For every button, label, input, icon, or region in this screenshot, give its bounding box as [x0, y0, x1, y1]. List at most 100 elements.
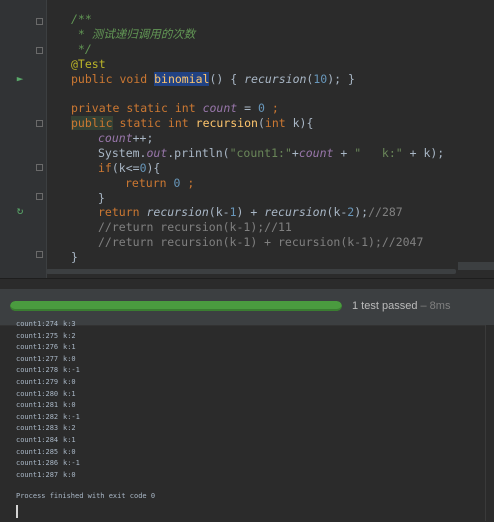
code-text: () { — [209, 72, 245, 86]
count-value: count1:282 — [16, 412, 59, 421]
code-line: System.out.println("count1:"+count + " k… — [98, 146, 444, 160]
count-value: count1:275 — [16, 331, 59, 340]
code-line: @Test — [71, 57, 106, 71]
k-value: k:1 — [63, 436, 76, 444]
k-value: k:-1 — [63, 366, 80, 375]
code-text: ){ — [146, 161, 161, 175]
code-line: public void binomial() { recursion(10); … — [71, 72, 355, 86]
keyword: return — [125, 176, 174, 190]
fold-marker-icon[interactable] — [36, 18, 43, 25]
k-value: k:2 — [63, 331, 76, 340]
k-value: k:0 — [63, 447, 76, 456]
field-name: count — [298, 146, 334, 160]
code-text: System. — [98, 146, 147, 160]
fold-marker-icon[interactable] — [36, 164, 43, 171]
status-label: 1 test passed — [352, 300, 418, 312]
console-scrollbar[interactable] — [485, 325, 494, 521]
count-value: count1:285 — [16, 447, 59, 456]
number-literal: 10 — [313, 72, 328, 86]
count-value: count1:286 — [16, 459, 59, 468]
console-line: count1:286 k:-1 — [16, 457, 80, 469]
keyword: private static int — [71, 101, 203, 115]
code-text: ; — [264, 101, 279, 115]
k-value: k:-1 — [63, 412, 80, 421]
console-line: count1:284 k:1 — [16, 434, 76, 446]
horizontal-scrollbar[interactable] — [46, 269, 456, 274]
recursive-call-icon: ↻ — [16, 204, 24, 217]
console-line: count1:279 k:0 — [16, 376, 76, 388]
k-value: k:1 — [63, 343, 76, 352]
count-value: count1:277 — [16, 354, 59, 363]
code-text: ); — [354, 205, 369, 219]
code-line: */ — [71, 42, 92, 56]
method-call: recursion — [264, 205, 327, 219]
console-line: count1:274 k:3 — [16, 318, 76, 330]
method-name-selected: binomial — [154, 72, 210, 86]
code-text: = — [237, 101, 258, 115]
keyword-highlighted: public — [71, 116, 113, 130]
code-editor[interactable]: ► ↻ /** * 测试递归调用的次数 */ @Test public void… — [0, 0, 494, 278]
count-value: count1:284 — [16, 436, 59, 444]
count-value: count1:274 — [16, 320, 59, 328]
static-field: out — [146, 146, 168, 160]
count-value: count1:278 — [16, 366, 59, 375]
code-text: k){ — [285, 116, 314, 130]
code-text: ) + — [236, 205, 265, 219]
keyword: void — [112, 72, 155, 86]
code-line: return recursion(k-1) + recursion(k-2);/… — [98, 205, 403, 219]
method-call: recursion — [244, 72, 307, 86]
keyword: return — [98, 205, 147, 219]
code-line: //return recursion(k-1);//11 — [98, 220, 292, 234]
code-line: //return recursion(k-1) + recursion(k-1)… — [98, 235, 424, 249]
editor-corner — [458, 262, 494, 270]
number-literal: 1 — [229, 205, 237, 219]
console-line: count1:280 k:1 — [16, 388, 76, 400]
code-text: + — [333, 146, 355, 160]
console-output[interactable]: count1:274 k:3 count1:275 k:2 count1:276 k:1 c… — [16, 315, 494, 522]
k-value: k:0 — [63, 401, 76, 410]
keyword: int — [264, 116, 286, 130]
code-text: + k); — [402, 146, 445, 160]
code-text: (k- — [326, 205, 348, 219]
code-line: private static int count = 0 ; — [71, 101, 279, 115]
fold-marker-icon[interactable] — [36, 251, 43, 258]
k-value: k:3 — [63, 320, 76, 328]
fold-marker-icon[interactable] — [36, 120, 43, 127]
count-value: count1:283 — [16, 424, 59, 433]
number-literal: 0 — [139, 161, 147, 175]
editor-gutter: ► ↻ — [0, 0, 47, 278]
exit-message: Process finished with exit code 0 — [16, 492, 156, 500]
code-line: } — [98, 191, 105, 205]
code-line: * 测试递归调用的次数 — [71, 27, 196, 41]
console-line: count1:275 k:2 — [16, 330, 76, 342]
code-text: (k<= — [111, 161, 140, 175]
code-line: /** — [71, 12, 92, 26]
run-test-icon[interactable]: ► — [14, 73, 26, 85]
code-text: (k- — [208, 205, 230, 219]
test-progress-fill — [10, 301, 342, 311]
field-name: count — [202, 101, 238, 115]
method-declaration: recursion — [195, 116, 258, 130]
code-line: public static int recursion(int k){ — [71, 116, 313, 130]
k-value: k:0 — [63, 354, 76, 363]
code-text: .println( — [167, 146, 230, 160]
fold-marker-icon[interactable] — [36, 193, 43, 200]
console-line: count1:287 k:0 — [16, 469, 76, 481]
run-panel: 1 test passed – 8ms count1:274 k:3 count1:… — [0, 278, 494, 522]
keyword: static int — [112, 116, 196, 130]
code-line: } — [71, 250, 78, 264]
code-line: if(k<=0){ — [98, 161, 160, 175]
method-call: recursion — [146, 205, 209, 219]
console-line: count1:277 k:0 — [16, 353, 76, 365]
line-comment: //287 — [368, 205, 403, 219]
console-line: count1:283 k:2 — [16, 422, 76, 434]
text-caret — [16, 505, 18, 518]
duration-label: – 8ms — [417, 300, 451, 312]
count-value: count1:281 — [16, 401, 59, 410]
k-value: k:-1 — [63, 459, 80, 468]
code-text: ( — [257, 116, 265, 130]
fold-marker-icon[interactable] — [36, 47, 43, 54]
count-value: count1:279 — [16, 378, 59, 386]
count-value: count1:276 — [16, 343, 59, 352]
test-progress-bar — [10, 301, 342, 311]
